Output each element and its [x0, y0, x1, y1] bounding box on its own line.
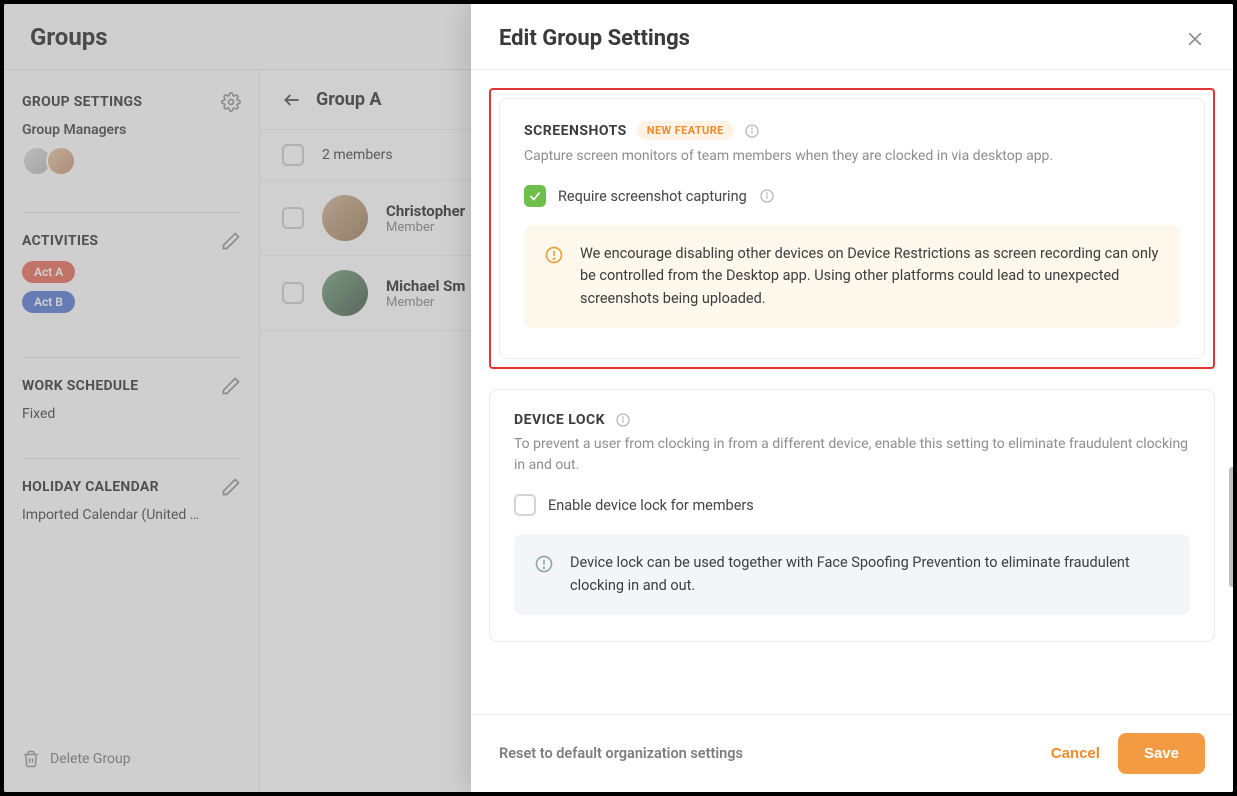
screenshots-desc: Capture screen monitors of team members …: [524, 146, 1180, 167]
new-feature-badge: NEW FEATURE: [637, 121, 734, 140]
enable-device-lock-label: Enable device lock for members: [548, 497, 754, 514]
save-button[interactable]: Save: [1118, 733, 1205, 774]
screenshots-card: SCREENSHOTS NEW FEATURE Capture screen m…: [499, 98, 1205, 359]
close-icon[interactable]: [1185, 29, 1205, 49]
cancel-button[interactable]: Cancel: [1051, 745, 1100, 762]
device-lock-desc: To prevent a user from clocking in from …: [514, 434, 1190, 476]
info-icon[interactable]: [759, 188, 775, 204]
info-icon: [534, 552, 554, 597]
info-icon[interactable]: [744, 123, 760, 139]
require-screenshot-label: Require screenshot capturing: [558, 188, 747, 205]
enable-device-lock-checkbox[interactable]: [514, 494, 536, 516]
scrollbar-thumb[interactable]: [1229, 467, 1235, 587]
device-lock-info: Device lock can be used together with Fa…: [514, 534, 1190, 615]
device-lock-title: DEVICE LOCK: [514, 412, 605, 428]
device-lock-card: DEVICE LOCK To prevent a user from clock…: [489, 389, 1215, 642]
info-icon[interactable]: [615, 412, 631, 428]
require-screenshot-checkbox[interactable]: [524, 185, 546, 207]
screenshots-highlight: SCREENSHOTS NEW FEATURE Capture screen m…: [489, 88, 1215, 369]
device-lock-info-text: Device lock can be used together with Fa…: [570, 552, 1170, 597]
screenshots-warning-text: We encourage disabling other devices on …: [580, 243, 1160, 310]
modal-title: Edit Group Settings: [499, 26, 690, 51]
screenshots-title: SCREENSHOTS: [524, 123, 627, 139]
reset-to-default-link[interactable]: Reset to default organization settings: [499, 745, 743, 762]
warning-icon: [544, 243, 564, 310]
edit-group-settings-modal: Edit Group Settings SCREENSHOTS NEW FEAT…: [471, 4, 1233, 792]
screenshots-warning: We encourage disabling other devices on …: [524, 225, 1180, 328]
